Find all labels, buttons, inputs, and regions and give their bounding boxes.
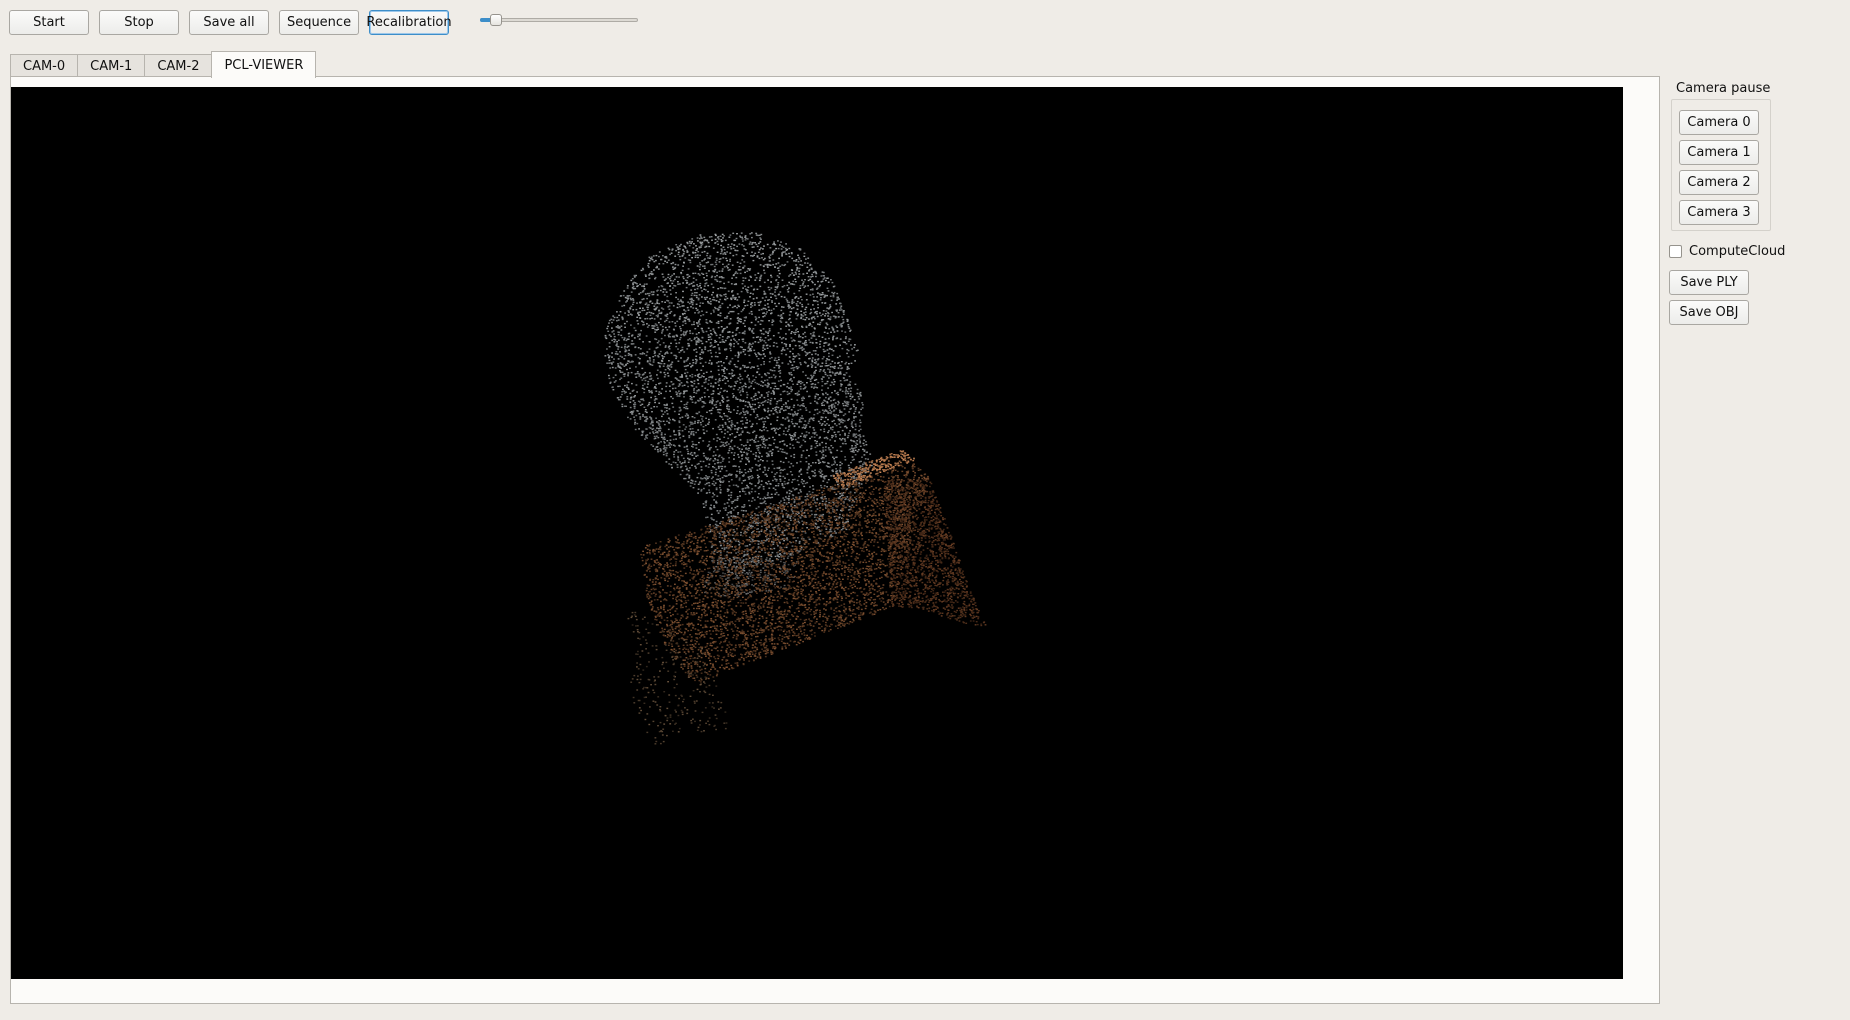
tab-pcl-viewer[interactable]: PCL-VIEWER <box>211 51 317 78</box>
frame-slider[interactable] <box>480 14 638 26</box>
tab-bar: CAM-0 CAM-1 CAM-2 PCL-VIEWER <box>10 51 317 78</box>
tab-cam-0[interactable]: CAM-0 <box>10 54 79 78</box>
recalibration-button[interactable]: Recalibration <box>366 10 452 35</box>
box-top-points <box>832 450 915 488</box>
tab-cam-1[interactable]: CAM-1 <box>77 54 146 78</box>
camera-2-button[interactable]: Camera 2 <box>1679 170 1759 195</box>
tab-cam-2[interactable]: CAM-2 <box>144 54 213 78</box>
start-button[interactable]: Start <box>9 10 89 35</box>
compute-cloud-checkbox[interactable] <box>1669 245 1682 258</box>
compute-cloud-label: ComputeCloud <box>1689 244 1786 259</box>
save-ply-button[interactable]: Save PLY <box>1669 270 1749 295</box>
stop-button[interactable]: Stop <box>99 10 179 35</box>
camera-1-button[interactable]: Camera 1 <box>1679 140 1759 165</box>
point-cloud-viewer[interactable] <box>11 87 1623 979</box>
camera-0-button[interactable]: Camera 0 <box>1679 110 1759 135</box>
camera-3-button[interactable]: Camera 3 <box>1679 200 1759 225</box>
sequence-button[interactable]: Sequence <box>279 10 359 35</box>
slider-handle[interactable] <box>489 14 502 26</box>
point-cloud-render <box>604 232 987 745</box>
camera-pause-title: Camera pause <box>1676 81 1771 96</box>
save-all-button[interactable]: Save all <box>189 10 269 35</box>
compute-cloud-row[interactable]: ComputeCloud <box>1669 244 1785 259</box>
slider-groove <box>480 18 638 22</box>
save-obj-button[interactable]: Save OBJ <box>1669 300 1749 325</box>
